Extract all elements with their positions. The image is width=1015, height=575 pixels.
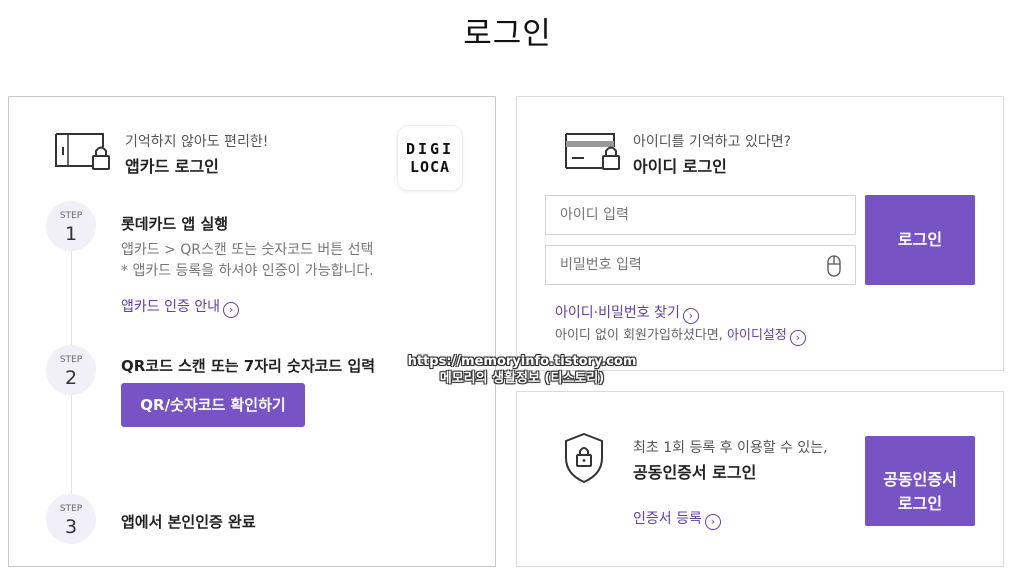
id-login-heading: 아이디 로그인 [633,157,727,176]
step-1-badge: STEP 1 [46,201,96,251]
login-button[interactable]: 로그인 [865,195,975,285]
id-setup-label: 아이디설정 [727,328,787,343]
cert-subtitle: 최초 1회 등록 후 이용할 수 있는, [633,440,828,456]
chevron-right-circle-icon: › [682,308,699,324]
step-label: STEP [59,355,83,365]
no-id-text: 아이디 없이 회원가입하셨다면, [555,328,723,343]
app-card-login-panel: 기억하지 않아도 편리한! 앱카드 로그인 DIGI LOCA STEP 1 롯… [8,96,496,567]
step-number: 3 [64,516,78,538]
id-input[interactable] [545,195,856,235]
qr-code-confirm-button[interactable]: QR/숫자코드 확인하기 [121,383,305,427]
id-setup-link[interactable]: 아이디설정 › [727,328,806,346]
chevron-right-circle-icon: › [704,514,721,530]
certificate-login-button[interactable]: 공동인증서 로그인 [865,436,975,526]
id-login-panel: 아이디를 기억하고 있다면? 아이디 로그인 로그인 아이디·비밀번호 찾기› … [516,96,1004,371]
cert-register-label: 인증서 등록 [633,511,702,527]
step-1-desc-2: * 앱카드 등록을 하셔야 인증이 가능합니다. [121,263,374,279]
page-title: 로그인 [463,16,552,52]
mouse-icon[interactable] [827,255,841,277]
find-id-password-link[interactable]: 아이디·비밀번호 찾기 › [555,302,699,324]
watermark-url: https://memoryinfo.tistory.com [407,354,637,369]
app-card-subtitle: 기억하지 않아도 편리한! [125,134,269,150]
find-id-password-label: 아이디·비밀번호 찾기 [555,305,680,321]
app-card-guide-label: 앱카드 인증 안내 [121,299,221,315]
step-2-title: QR코드 스캔 또는 7자리 숫자코드 입력 [121,357,376,375]
step-3-title: 앱에서 본인인증 완료 [121,513,256,531]
step-1-title: 롯데카드 앱 실행 [121,215,229,233]
step-number: 2 [64,367,78,389]
step-label: STEP [59,211,83,221]
app-card-heading: 앱카드 로그인 [125,157,219,176]
shield-lock-icon [565,432,603,484]
no-id-notice: 아이디 없이 회원가입하셨다면, 아이디설정 › [555,324,806,346]
app-card-guide-link[interactable]: 앱카드 인증 안내 › [121,296,240,318]
card-lock-icon [565,133,620,170]
cert-heading: 공동인증서 로그인 [633,463,757,482]
blog-watermark: https://memoryinfo.tistory.com 메모리의 생활정보… [392,353,652,387]
phone-card-lock-icon [55,133,110,170]
chevron-right-circle-icon: › [789,330,806,346]
cert-button-line1: 공동인증서 [883,469,957,489]
cert-button-line2: 로그인 [897,493,943,513]
step-3-badge: STEP 3 [46,494,96,544]
password-input[interactable] [545,245,856,285]
chevron-right-circle-icon: › [223,302,240,318]
id-login-subtitle: 아이디를 기억하고 있다면? [633,134,792,150]
step-label: STEP [59,504,83,514]
step-2-badge: STEP 2 [46,345,96,395]
cert-register-link[interactable]: 인증서 등록 › [633,508,721,530]
digiloca-logo: DIGI LOCA [398,126,462,190]
watermark-blog-name: 메모리의 생활정보 (티스토리) [439,371,605,386]
logo-line1: DIGI [405,140,455,158]
logo-line2: LOCA [409,158,451,176]
step-1-desc-1: 앱카드 > QR스캔 또는 숫자코드 버튼 선택 [121,242,374,258]
certificate-login-panel: 최초 1회 등록 후 이용할 수 있는, 공동인증서 로그인 인증서 등록 › 공… [516,391,1004,567]
step-number: 1 [64,223,78,245]
